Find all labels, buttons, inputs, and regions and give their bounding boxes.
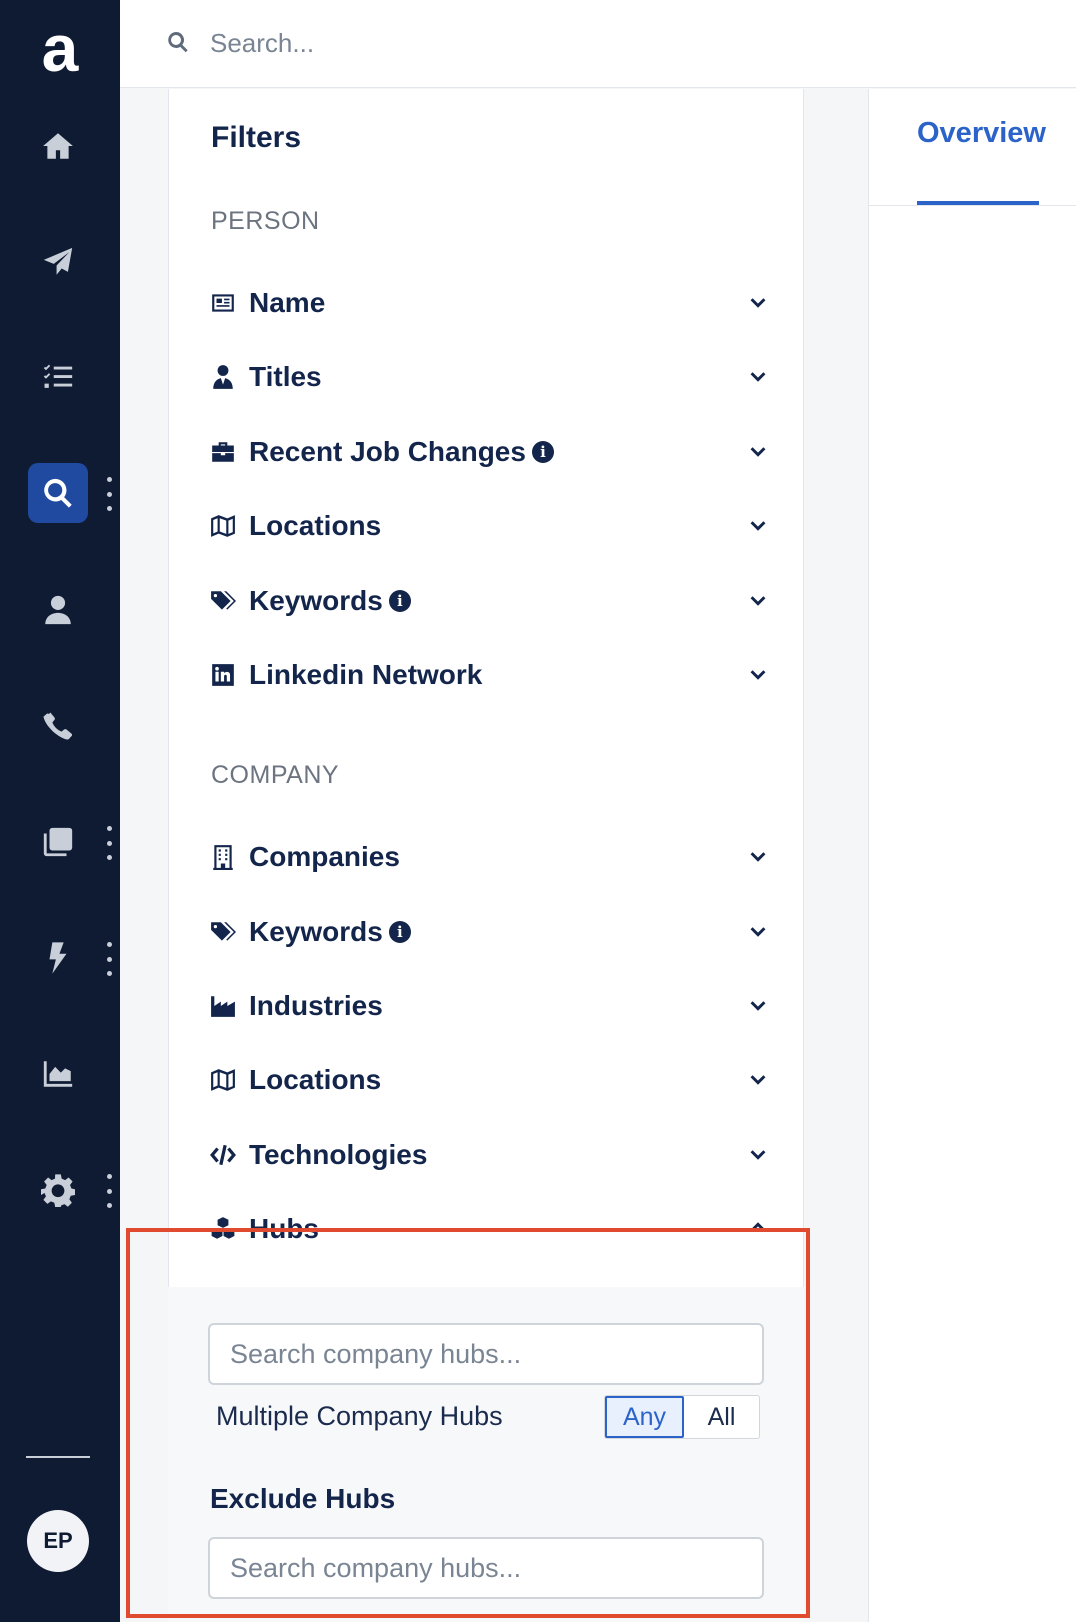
info-icon[interactable]: i <box>388 921 411 943</box>
filter-person-keywords[interactable]: Keywords i <box>209 571 769 631</box>
filter-label: Industries <box>249 990 383 1021</box>
more-dots-icon[interactable] <box>106 1174 112 1208</box>
info-icon[interactable]: i <box>531 441 554 463</box>
send-icon[interactable] <box>28 232 88 292</box>
top-search-bar <box>120 0 1076 88</box>
tab-overview[interactable]: Overview <box>917 117 1046 150</box>
filter-label: Locations <box>249 510 382 541</box>
toggle-all-button[interactable]: All <box>684 1396 759 1438</box>
filter-hubs[interactable]: Hubs <box>209 1199 769 1259</box>
hubs-filter-body: Multiple Company Hubs Any All Exclude Hu… <box>168 1287 804 1622</box>
filter-label: Locations <box>249 1064 382 1095</box>
filter-label: Linkedin Network <box>249 659 483 690</box>
chevron-down-icon[interactable] <box>747 1068 769 1090</box>
more-dots-icon[interactable] <box>106 942 112 976</box>
search-icon <box>168 32 188 53</box>
tab-divider <box>869 205 1076 206</box>
filter-label: Keywords <box>249 585 383 616</box>
cubes-icon <box>209 1215 237 1243</box>
id-card-icon <box>209 289 237 317</box>
avatar[interactable]: EP <box>27 1510 89 1572</box>
filter-label: Hubs <box>249 1213 319 1244</box>
company-section-heading: COMPANY <box>211 761 340 789</box>
app-logo[interactable]: a <box>34 15 86 81</box>
filter-label: Companies <box>249 841 400 872</box>
filter-label: Technologies <box>249 1139 428 1170</box>
filter-companies[interactable]: Companies <box>209 827 769 887</box>
code-icon <box>209 1141 237 1169</box>
user-tie-icon <box>209 363 237 391</box>
main-nav: a EP <box>0 0 120 1622</box>
phone-icon[interactable] <box>28 696 88 756</box>
filter-linkedin-network[interactable]: Linkedin Network <box>209 645 769 705</box>
tags-icon <box>209 587 237 615</box>
filter-person-locations[interactable]: Locations <box>209 496 769 556</box>
detail-panel: Overview <box>868 89 1076 1622</box>
chevron-down-icon[interactable] <box>747 663 769 685</box>
chevron-down-icon[interactable] <box>747 514 769 536</box>
linkedin-icon <box>209 661 237 689</box>
briefcase-icon <box>209 438 237 466</box>
contacts-icon[interactable] <box>28 580 88 640</box>
chevron-down-icon[interactable] <box>747 440 769 462</box>
filter-titles[interactable]: Titles <box>209 347 769 407</box>
chevron-down-icon[interactable] <box>747 994 769 1016</box>
map-icon <box>209 1066 237 1094</box>
filter-recent-job-changes[interactable]: Recent Job Changes i <box>209 422 769 482</box>
nav-divider <box>26 1456 90 1458</box>
analytics-icon[interactable] <box>28 1044 88 1104</box>
exclude-hubs-search-input[interactable] <box>208 1537 764 1599</box>
filter-label: Recent Job Changes <box>249 436 526 467</box>
building-icon <box>209 843 237 871</box>
chevron-down-icon[interactable] <box>747 845 769 867</box>
info-icon[interactable]: i <box>388 590 411 612</box>
hubs-search-input[interactable] <box>208 1323 764 1385</box>
filters-title: Filters <box>211 121 302 154</box>
chevron-down-icon[interactable] <box>747 291 769 313</box>
copy-icon[interactable] <box>28 812 88 872</box>
filter-label: Keywords <box>249 916 383 947</box>
more-dots-icon[interactable] <box>106 826 112 860</box>
filter-name[interactable]: Name <box>209 273 769 333</box>
map-icon <box>209 512 237 540</box>
chevron-down-icon[interactable] <box>747 589 769 611</box>
home-icon[interactable] <box>28 116 88 176</box>
any-all-toggle: Any All <box>604 1395 760 1439</box>
gear-icon[interactable] <box>28 1160 88 1220</box>
filter-label: Titles <box>249 361 322 392</box>
filter-technologies[interactable]: Technologies <box>209 1125 769 1185</box>
tasks-icon[interactable] <box>28 348 88 408</box>
filter-industries[interactable]: Industries <box>209 976 769 1036</box>
multiple-hubs-label: Multiple Company Hubs <box>216 1401 503 1431</box>
chevron-up-icon[interactable] <box>747 1217 769 1239</box>
bolt-icon[interactable] <box>28 928 88 988</box>
toggle-any-button[interactable]: Any <box>605 1396 684 1438</box>
filter-company-locations[interactable]: Locations <box>209 1050 769 1110</box>
search-input[interactable] <box>210 16 810 70</box>
chevron-down-icon[interactable] <box>747 365 769 387</box>
person-section-heading: PERSON <box>211 207 320 235</box>
filter-label: Name <box>249 287 326 318</box>
chevron-down-icon[interactable] <box>747 920 769 942</box>
industry-icon <box>209 992 237 1020</box>
exclude-hubs-label: Exclude Hubs <box>210 1483 396 1514</box>
chevron-down-icon[interactable] <box>747 1143 769 1165</box>
more-dots-icon[interactable] <box>106 477 112 511</box>
search-nav-icon[interactable] <box>28 463 88 523</box>
tags-icon <box>209 918 237 946</box>
filter-company-keywords[interactable]: Keywords i <box>209 902 769 962</box>
